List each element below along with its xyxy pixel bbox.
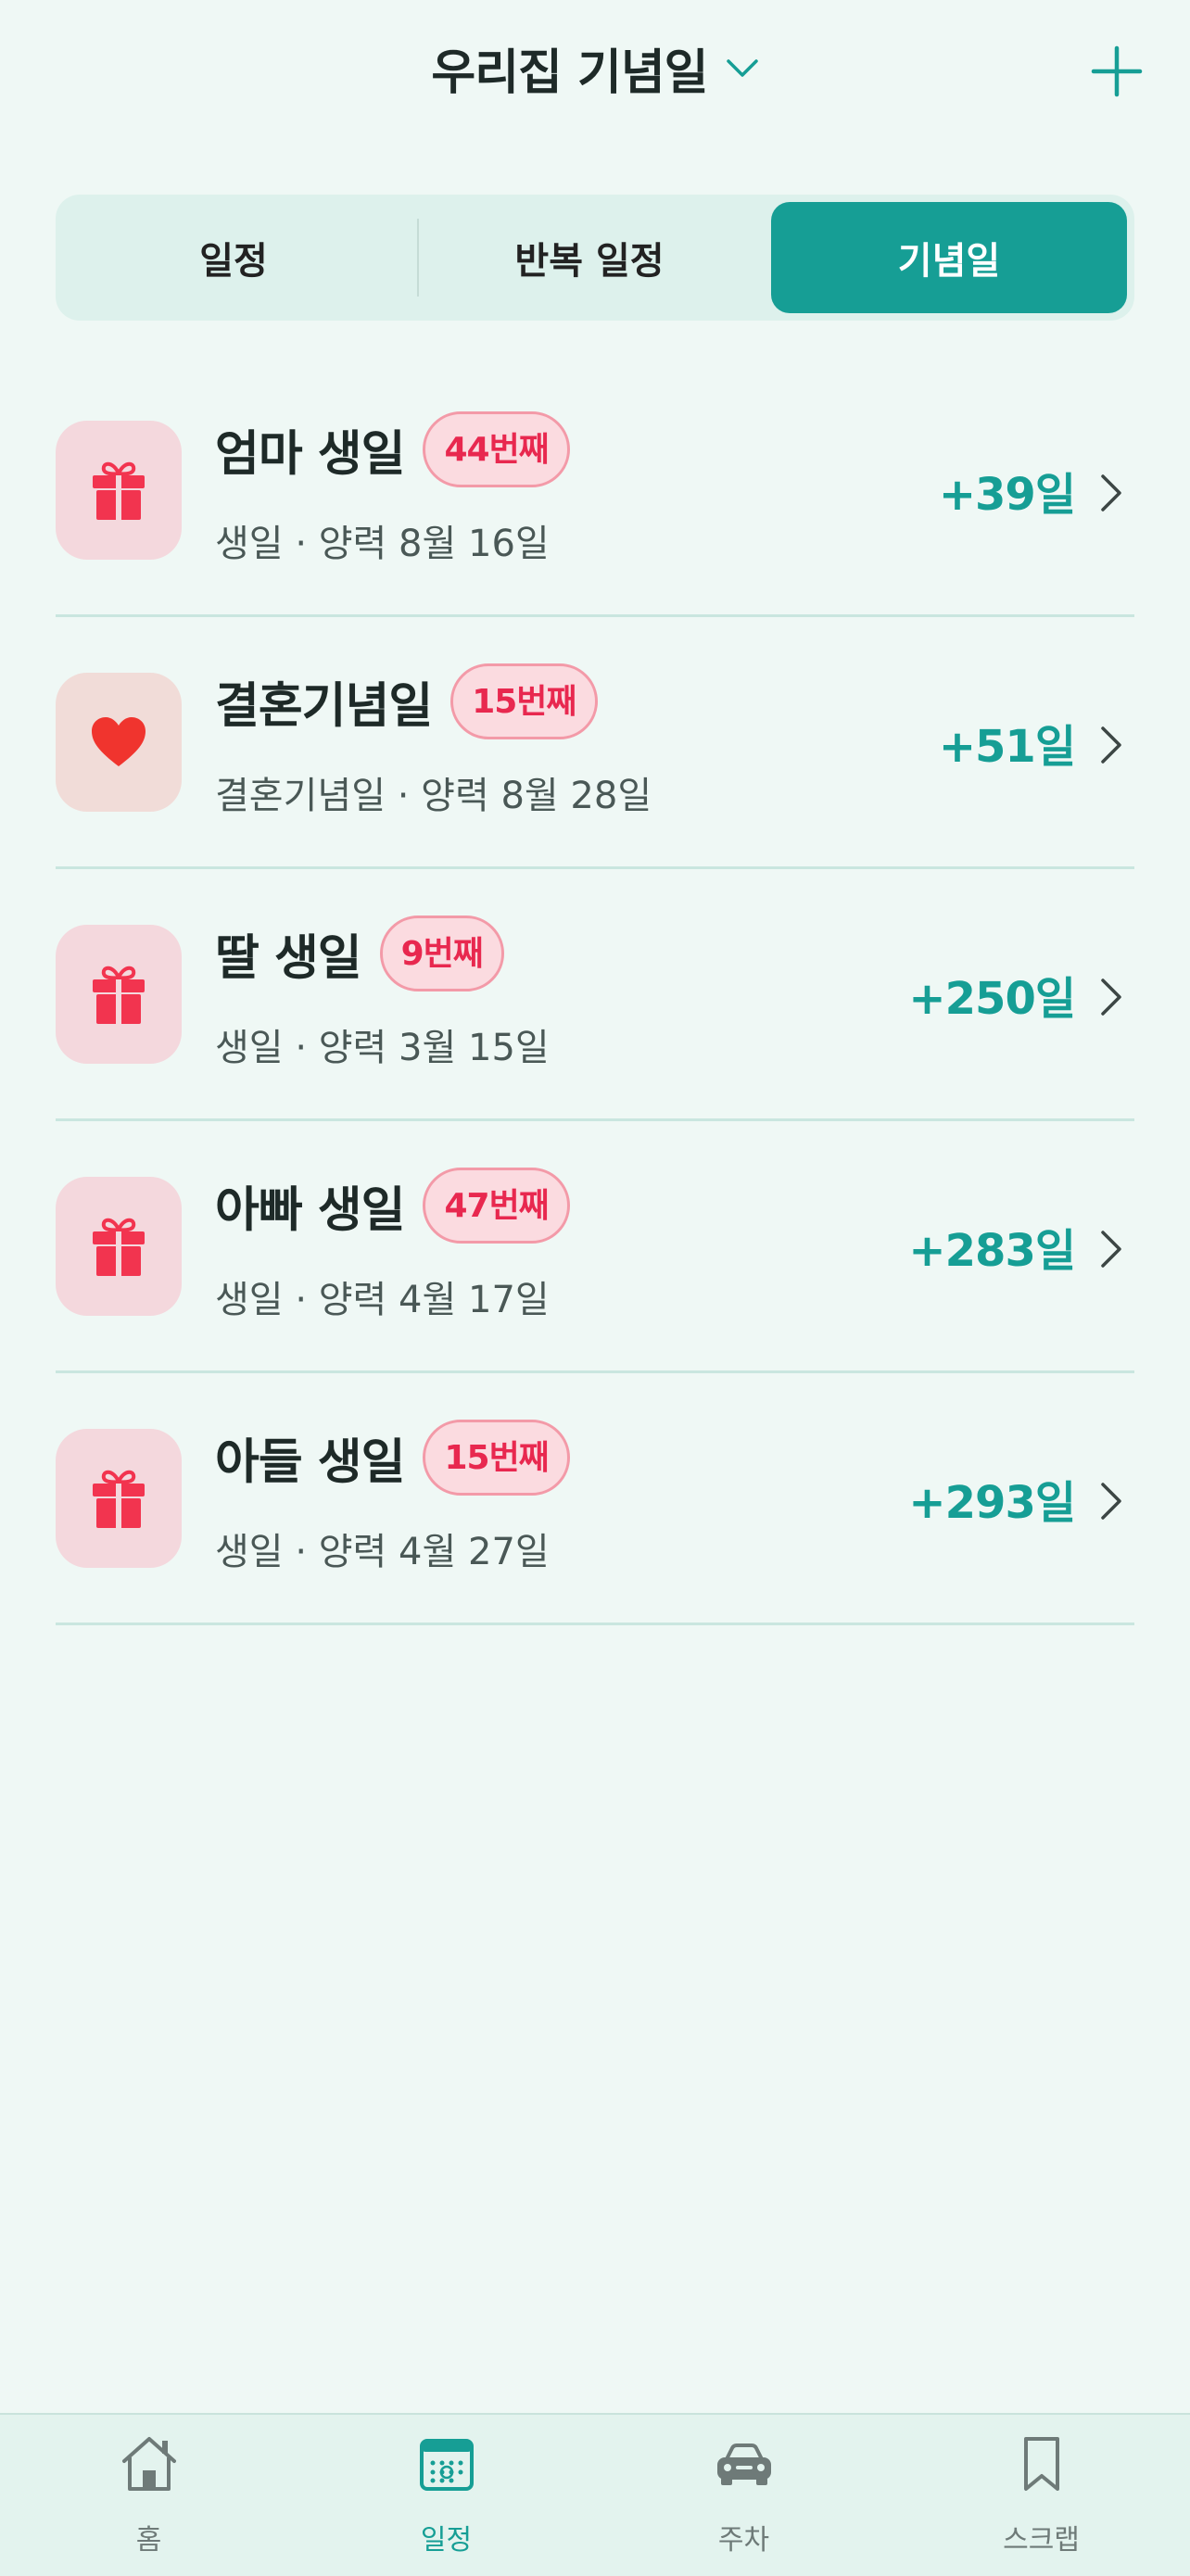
title-dropdown[interactable]: 우리집 기념일 xyxy=(0,33,1190,103)
nav-label: 홈 xyxy=(135,2524,162,2557)
chevron-right-icon xyxy=(1101,726,1121,764)
nav-parking[interactable]: 주차 xyxy=(595,2415,892,2576)
list-item[interactable]: 엄마 생일 44번째 생일 · 양력 8월 16일 +39일 xyxy=(56,365,1134,617)
bookmark-icon xyxy=(1024,2437,1059,2491)
car-icon xyxy=(717,2443,771,2485)
calendar-icon xyxy=(420,2439,474,2491)
chevron-right-icon xyxy=(1101,979,1121,1016)
tab-recurring[interactable]: 반복 일정 xyxy=(411,202,767,313)
dday-value: +293일 xyxy=(908,1477,1076,1529)
event-name: 결혼기념일 15번째 xyxy=(215,663,598,739)
header: 우리집 기념일 xyxy=(0,0,1190,139)
segment-tabs: 일정 반복 일정 기념일 xyxy=(56,195,1134,321)
gift-icon xyxy=(56,1429,182,1568)
chevron-right-icon xyxy=(1101,474,1121,511)
gift-icon xyxy=(56,925,182,1064)
bottom-nav: 홈 일정 주차 스크랩 xyxy=(0,2413,1190,2576)
nav-label: 일정 xyxy=(420,2524,473,2557)
gift-icon xyxy=(56,1177,182,1316)
list-item[interactable]: 아빠 생일 47번째 생일 · 양력 4월 17일 +283일 xyxy=(56,1121,1134,1373)
count-badge: 9번째 xyxy=(379,915,504,991)
chevron-down-icon xyxy=(726,58,758,77)
event-subtitle: 생일 · 양력 4월 17일 xyxy=(215,1279,550,1321)
list-item[interactable]: 아들 생일 15번째 생일 · 양력 4월 27일 +293일 xyxy=(56,1373,1134,1625)
dday-value: +51일 xyxy=(938,721,1076,773)
nav-label: 주차 xyxy=(717,2524,770,2557)
add-icon[interactable] xyxy=(1086,41,1147,102)
tab-schedule[interactable]: 일정 xyxy=(56,202,411,313)
page-title: 우리집 기념일 xyxy=(431,45,708,101)
list-item[interactable]: 결혼기념일 15번째 결혼기념일 · 양력 8월 28일 +51일 xyxy=(56,617,1134,869)
count-badge: 44번째 xyxy=(423,411,570,487)
event-name: 아빠 생일 47번째 xyxy=(215,1168,570,1244)
event-subtitle: 결혼기념일 · 양력 8월 28일 xyxy=(215,775,652,817)
dday-value: +283일 xyxy=(908,1225,1076,1277)
dday-value: +250일 xyxy=(908,973,1076,1025)
nav-schedule[interactable]: 일정 xyxy=(298,2415,595,2576)
tab-anniversary[interactable]: 기념일 xyxy=(771,202,1127,313)
anniversary-list: 엄마 생일 44번째 생일 · 양력 8월 16일 +39일 결혼기념일 15번째 … xyxy=(56,365,1134,1625)
heart-icon xyxy=(56,673,182,812)
event-subtitle: 생일 · 양력 4월 27일 xyxy=(215,1531,550,1573)
home-icon xyxy=(122,2437,176,2491)
event-name: 아들 생일 15번째 xyxy=(215,1420,570,1496)
chevron-right-icon xyxy=(1101,1231,1121,1268)
event-subtitle: 생일 · 양력 8월 16일 xyxy=(215,523,550,565)
count-badge: 15번째 xyxy=(423,1420,570,1496)
dday-value: +39일 xyxy=(938,469,1076,521)
event-subtitle: 생일 · 양력 3월 15일 xyxy=(215,1027,550,1069)
gift-icon xyxy=(56,421,182,560)
nav-label: 스크랩 xyxy=(1003,2524,1080,2557)
event-name: 엄마 생일 44번째 xyxy=(215,411,570,487)
chevron-right-icon xyxy=(1101,1483,1121,1520)
nav-scrap[interactable]: 스크랩 xyxy=(892,2415,1190,2576)
count-badge: 47번째 xyxy=(423,1168,570,1244)
event-name: 딸 생일 9번째 xyxy=(215,915,504,991)
nav-home[interactable]: 홈 xyxy=(0,2415,298,2576)
list-item[interactable]: 딸 생일 9번째 생일 · 양력 3월 15일 +250일 xyxy=(56,869,1134,1121)
count-badge: 15번째 xyxy=(450,663,598,739)
